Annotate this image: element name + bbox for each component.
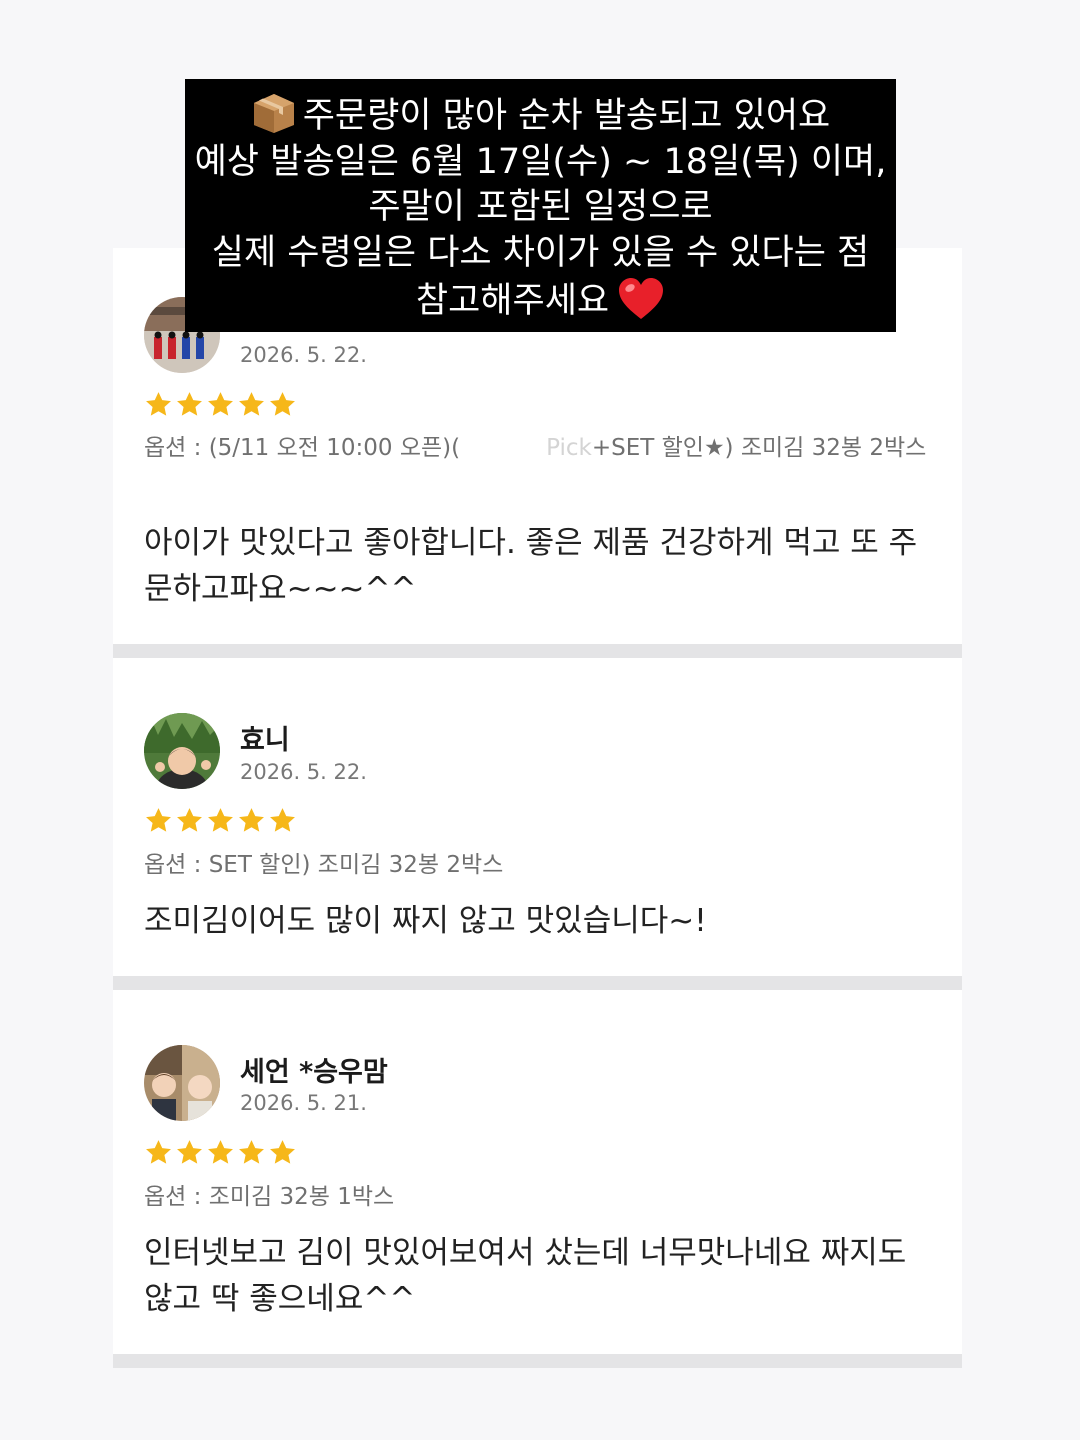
star-icon xyxy=(177,808,202,832)
star-icon xyxy=(146,392,171,416)
notice-line-5: 참고해주세요 xyxy=(185,276,896,325)
star-icon xyxy=(239,1140,264,1164)
star-icon xyxy=(270,1140,295,1164)
notice-line-2: 예상 발송일은 6월 17일(수) ~ 18일(목) 이며, xyxy=(194,141,887,182)
reviewer-avatar[interactable] xyxy=(144,713,220,789)
star-rating xyxy=(144,806,297,835)
card-separator xyxy=(113,1354,962,1368)
child-outdoors-avatar-icon xyxy=(144,713,220,789)
package-emoji-icon xyxy=(253,94,294,133)
star-icon xyxy=(208,392,233,416)
review-date: 2026. 5. 21. xyxy=(240,1091,367,1115)
review-option: 옵션 : 조미김 32봉 1박스 xyxy=(144,1184,395,1210)
review-text: 아이가 맛있다고 좋아합니다. 좋은 제품 건강하게 먹고 또 주문하고파요~~… xyxy=(144,525,918,607)
two-kids-avatar-icon xyxy=(144,1045,220,1121)
option-faded-text: Pick xyxy=(546,435,592,461)
star-rating xyxy=(144,390,297,419)
star-icon xyxy=(177,1140,202,1164)
star-icon xyxy=(239,392,264,416)
card-separator xyxy=(113,976,962,990)
notice-line-3: 주말이 포함된 일정으로 xyxy=(368,187,713,227)
star-icon xyxy=(208,808,233,832)
notice-line-5-text: 참고해주세요 xyxy=(415,281,610,321)
review-text: 조미김이어도 많이 짜지 않고 맛있습니다~! xyxy=(144,903,707,939)
review-card: 세언 *승우맘 2026. 5. 21. 옵션 : 조미김 32봉 1박스 인터… xyxy=(113,990,962,1354)
star-icon xyxy=(146,1140,171,1164)
review-option: 옵션 : (5/11 오전 10:00 오픈)( Pick+SET 할인★) 조미… xyxy=(144,429,934,467)
reviewer-name: 세언 *승우맘 xyxy=(240,1057,388,1088)
reviewer-avatar[interactable] xyxy=(144,1045,220,1121)
star-icon xyxy=(239,808,264,832)
star-icon xyxy=(208,1140,233,1164)
review-card: 효니 2026. 5. 22. 옵션 : SET 할인) 조미김 32봉 2박스… xyxy=(113,658,962,976)
review-option: 옵션 : SET 할인) 조미김 32봉 2박스 xyxy=(144,852,504,878)
star-icon xyxy=(177,392,202,416)
star-rating xyxy=(144,1138,297,1167)
option-suffix: +SET 할인★) 조미김 32봉 2박스 xyxy=(591,435,927,461)
review-date: 2026. 5. 22. xyxy=(240,760,367,784)
review-text: 인터넷보고 김이 맛있어보여서 샀는데 너무맛나네요 짜지도 않고 딱 좋으네요… xyxy=(144,1235,907,1317)
star-icon xyxy=(270,808,295,832)
star-icon xyxy=(270,392,295,416)
notice-line-4: 실제 수령일은 다소 차이가 있을 수 있다는 점 xyxy=(211,232,870,273)
option-prefix: 옵션 : (5/11 오전 10:00 오픈)( xyxy=(144,435,461,461)
star-icon xyxy=(146,808,171,832)
reviewer-name: 효니 xyxy=(240,725,290,756)
shipping-notice-banner: 주문량이 많아 순차 발송되고 있어요 예상 발송일은 6월 17일(수) ~ … xyxy=(185,79,896,332)
card-separator xyxy=(113,644,962,658)
notice-line-1: 주문량이 많아 순차 발송되고 있어요 xyxy=(185,91,896,140)
review-date: 2026. 5. 22. xyxy=(240,343,367,367)
red-heart-emoji-icon xyxy=(619,278,664,319)
notice-line-1-text: 주문량이 많아 순차 발송되고 있어요 xyxy=(302,96,831,136)
masked-region xyxy=(460,437,547,460)
